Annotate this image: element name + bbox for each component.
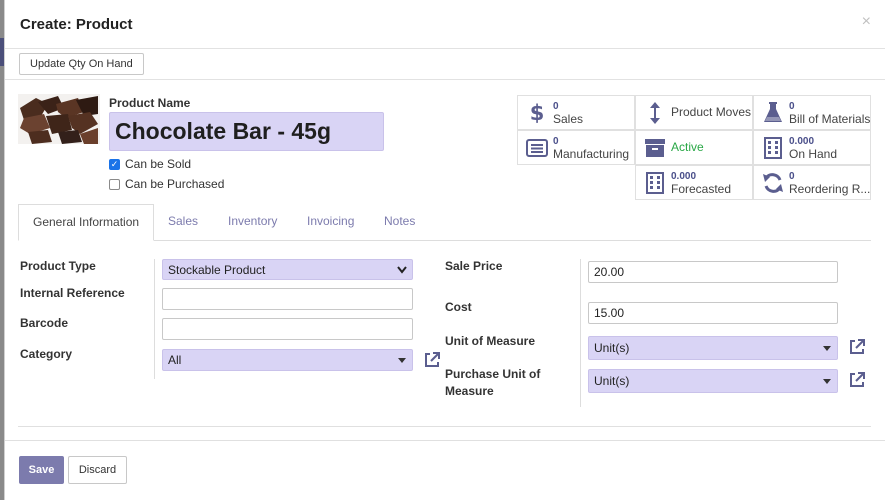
product-type-value: Stockable Product — [168, 263, 266, 277]
chevron-down-icon — [397, 266, 407, 274]
save-button[interactable]: Save — [19, 456, 64, 484]
product-image[interactable] — [18, 94, 100, 144]
statusbar: Update Qty On Hand — [5, 49, 885, 80]
left-group-divider — [154, 259, 155, 379]
caret-down-icon — [398, 358, 406, 363]
purchase-uom-label-line1: Purchase Unit of — [445, 367, 541, 381]
purchase-uom-label: Purchase Unit of Measure — [445, 366, 540, 400]
sale-price-input[interactable]: 20.00 — [588, 261, 838, 283]
cost-label: Cost — [445, 300, 472, 314]
barcode-input[interactable] — [162, 318, 413, 340]
manufacturing-label: Manufacturing — [553, 147, 630, 161]
internal-reference-input[interactable] — [162, 288, 413, 310]
tab-sales[interactable]: Sales — [168, 204, 198, 241]
active-toggle-button[interactable]: Active — [635, 130, 753, 165]
tab-notes[interactable]: Notes — [384, 204, 415, 241]
dialog-header: Create: Product × — [5, 0, 885, 49]
product-type-select[interactable]: Stockable Product — [162, 259, 413, 280]
archive-icon — [641, 134, 669, 162]
uom-select[interactable]: Unit(s) — [588, 336, 838, 360]
can-be-purchased-row[interactable]: Can be Purchased — [109, 177, 224, 191]
dollar-icon: $ — [523, 99, 551, 127]
caret-down-icon — [823, 379, 831, 384]
notebook-tabs: General Information Sales Inventory Invo… — [18, 204, 871, 241]
product-name-input[interactable]: Chocolate Bar - 45g — [109, 112, 384, 151]
category-select[interactable]: All — [162, 349, 413, 371]
category-label: Category — [20, 347, 73, 361]
purchase-uom-select[interactable]: Unit(s) — [588, 369, 838, 393]
bom-label: Bill of Materials — [789, 112, 871, 126]
bom-smart-button[interactable]: 0 Bill of Materials — [753, 95, 871, 130]
forecasted-value: 0.000 — [671, 170, 697, 182]
external-link-icon[interactable] — [848, 371, 866, 389]
smart-button-box: $ 0 Sales Product Moves 0 Bill of Material… — [517, 95, 871, 200]
svg-text:$: $ — [530, 101, 545, 125]
on-hand-value: 0.000 — [789, 135, 815, 147]
active-label: Active — [671, 141, 704, 154]
product-moves-label: Product Moves — [671, 106, 752, 119]
barcode-label: Barcode — [20, 316, 69, 330]
sheet-bottom-divider — [18, 426, 871, 427]
building-icon — [759, 134, 787, 162]
product-name-label: Product Name — [109, 96, 191, 110]
dialog-title: Create: Product — [20, 15, 133, 33]
tab-general-information[interactable]: General Information — [18, 204, 155, 241]
forecasted-label: Forecasted — [671, 182, 732, 196]
on-hand-label: On Hand — [789, 147, 838, 161]
external-link-icon[interactable] — [423, 351, 441, 369]
refresh-icon — [759, 169, 787, 197]
reordering-label: Reordering R... — [789, 182, 871, 196]
reordering-rules-smart-button[interactable]: 0 Reordering R... — [753, 165, 871, 200]
manufacturing-smart-button[interactable]: 0 Manufacturing — [517, 130, 635, 165]
uom-label: Unit of Measure — [445, 334, 536, 348]
manufacturing-count: 0 — [553, 135, 559, 147]
can-be-sold-row[interactable]: ✓ Can be Sold — [109, 157, 191, 171]
product-moves-smart-button[interactable]: Product Moves — [635, 95, 753, 130]
create-product-dialog: Create: Product × Update Qty On Hand Pro… — [4, 0, 885, 500]
uom-value: Unit(s) — [594, 341, 630, 355]
can-be-sold-label: Can be Sold — [125, 157, 192, 171]
reordering-count: 0 — [789, 170, 795, 182]
product-type-label: Product Type — [20, 259, 96, 273]
purchase-uom-value: Unit(s) — [594, 374, 630, 388]
can-be-purchased-checkbox[interactable] — [109, 178, 120, 190]
footer-divider — [5, 440, 885, 441]
purchase-uom-label-line2: Measure — [445, 384, 494, 398]
internal-reference-label: Internal Reference — [20, 286, 125, 300]
sales-count: 0 — [553, 100, 559, 112]
bom-count: 0 — [789, 100, 795, 112]
sales-label: Sales — [553, 112, 584, 126]
forecasted-smart-button[interactable]: 0.000 Forecasted — [635, 165, 753, 200]
building-icon — [641, 169, 669, 197]
can-be-purchased-label: Can be Purchased — [125, 177, 225, 191]
tab-invoicing[interactable]: Invoicing — [307, 204, 354, 241]
cost-input[interactable]: 15.00 — [588, 302, 838, 324]
flask-icon — [759, 99, 787, 127]
up-down-arrow-icon — [641, 99, 669, 127]
discard-button[interactable]: Discard — [68, 456, 127, 484]
close-icon[interactable]: × — [862, 13, 871, 31]
can-be-sold-checkbox[interactable]: ✓ — [109, 158, 120, 170]
sales-smart-button[interactable]: $ 0 Sales — [517, 95, 635, 130]
caret-down-icon — [823, 346, 831, 351]
sale-price-label: Sale Price — [445, 259, 503, 273]
category-value: All — [168, 353, 182, 367]
update-qty-button[interactable]: Update Qty On Hand — [19, 53, 144, 75]
tab-inventory[interactable]: Inventory — [228, 204, 277, 241]
on-hand-smart-button[interactable]: 0.000 On Hand — [753, 130, 871, 165]
right-group-divider — [580, 259, 581, 407]
list-icon — [523, 134, 551, 162]
external-link-icon[interactable] — [848, 338, 866, 356]
